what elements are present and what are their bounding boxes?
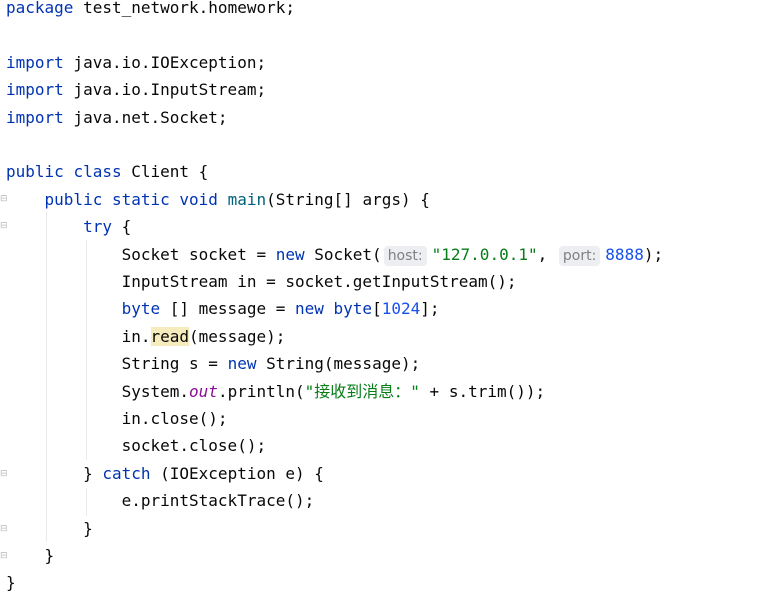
code-token: (IOException e) { — [150, 463, 324, 483]
fold-marker-icon[interactable]: ⊟ — [0, 221, 8, 232]
code-token: test_network.homework; — [73, 0, 295, 17]
code-line[interactable]: in.read(message); — [6, 323, 285, 350]
fold-marker-icon[interactable]: ⊟ — [0, 469, 8, 480]
code-line[interactable]: } — [6, 542, 55, 569]
parameter-hint: port: — [558, 245, 601, 266]
code-line[interactable]: Socket socket = new Socket(host: "127.0.0… — [6, 241, 663, 268]
fold-marker-icon[interactable]: ⊟ — [0, 524, 8, 535]
keyword-token: new — [275, 244, 305, 264]
code-token: + s.trim()); — [419, 381, 546, 401]
code-token: java.io.IOException; — [63, 52, 267, 72]
code-line[interactable]: in.close(); — [6, 405, 228, 432]
code-line[interactable]: public static void main(String[] args) { — [6, 186, 430, 213]
code-token: Client { — [121, 162, 209, 182]
code-token: ); — [643, 244, 664, 264]
code-line[interactable]: import java.io.InputStream; — [6, 76, 266, 103]
code-token: } — [6, 573, 16, 593]
highlighted-usage-token: read — [150, 326, 190, 346]
keyword-token: catch — [102, 463, 151, 483]
keyword-token: import — [6, 52, 64, 72]
code-token: } — [6, 546, 55, 565]
code-token: java.io.InputStream; — [63, 80, 267, 100]
keyword-token: package — [6, 0, 74, 17]
method-name-token: main — [227, 189, 267, 209]
code-line[interactable]: } — [6, 569, 16, 596]
code-line[interactable]: socket.close(); — [6, 432, 267, 459]
keyword-token: try — [83, 217, 112, 237]
keyword-token: byte — [121, 299, 161, 319]
code-line[interactable]: } — [6, 515, 93, 542]
keyword-token: import — [6, 107, 64, 127]
keyword-token: new — [227, 354, 257, 374]
keyword-token: new — [294, 299, 324, 319]
code-token: in.close(); — [6, 409, 228, 428]
code-token: .println( — [217, 381, 305, 401]
number-literal-token: 1024 — [381, 299, 421, 319]
code-token: Socket( — [304, 244, 382, 264]
static-field-token: out — [189, 381, 218, 401]
keyword-token: import — [6, 80, 64, 100]
code-token: e.printStackTrace(); — [6, 491, 315, 511]
code-token: in. — [6, 326, 151, 346]
code-token: (message); — [189, 326, 286, 346]
number-literal-token: 8888 — [605, 244, 644, 264]
code-line[interactable]: import java.io.IOException; — [6, 49, 266, 76]
keyword-token: static — [111, 189, 170, 209]
code-line[interactable]: String s = new String(message); — [6, 350, 421, 377]
code-token: Socket socket = — [6, 244, 276, 264]
code-editor[interactable]: package test_network.homework;import jav… — [0, 0, 761, 599]
code-line[interactable]: } catch (IOException e) { — [6, 460, 324, 487]
keyword-token: public — [44, 189, 103, 209]
code-line[interactable]: byte [] message = new byte[1024]; — [6, 295, 440, 322]
code-token: String s = — [6, 354, 228, 374]
parameter-hint: host: — [383, 245, 427, 266]
keyword-token: class — [73, 162, 122, 182]
code-token: InputStream in = socket.getInputStream()… — [6, 272, 517, 291]
code-line[interactable]: InputStream in = socket.getInputStream()… — [6, 268, 517, 295]
string-literal-token: "127.0.0.1" — [431, 244, 538, 264]
code-token: } — [6, 518, 93, 538]
code-token: [ — [372, 299, 382, 319]
code-token: } — [6, 463, 103, 483]
code-token: java.net.Socket; — [63, 107, 228, 127]
code-token: [] message = — [160, 299, 295, 319]
code-line[interactable]: try { — [6, 213, 131, 240]
code-token: { — [111, 217, 132, 237]
code-token: String(message); — [256, 354, 421, 374]
code-token: (String[] args) { — [266, 189, 430, 209]
code-token: System. — [6, 381, 190, 401]
keyword-token: public — [6, 162, 64, 182]
code-line[interactable]: package test_network.homework; — [6, 0, 295, 21]
code-line[interactable]: import java.net.Socket; — [6, 104, 228, 131]
code-line[interactable]: System.out.println("接收到消息：" + s.trim()); — [6, 378, 546, 405]
code-line[interactable]: e.printStackTrace(); — [6, 487, 315, 514]
string-literal-token: "接收到消息：" — [304, 381, 420, 401]
keyword-token: byte — [333, 299, 373, 319]
code-token: socket.close(); — [6, 436, 267, 456]
code-token: , — [537, 244, 557, 264]
keyword-token: void — [179, 189, 218, 209]
fold-marker-icon[interactable]: ⊟ — [0, 551, 8, 562]
code-token: ]; — [420, 299, 440, 319]
fold-marker-icon[interactable]: ⊟ — [0, 194, 8, 205]
code-line[interactable]: public class Client { — [6, 158, 208, 185]
